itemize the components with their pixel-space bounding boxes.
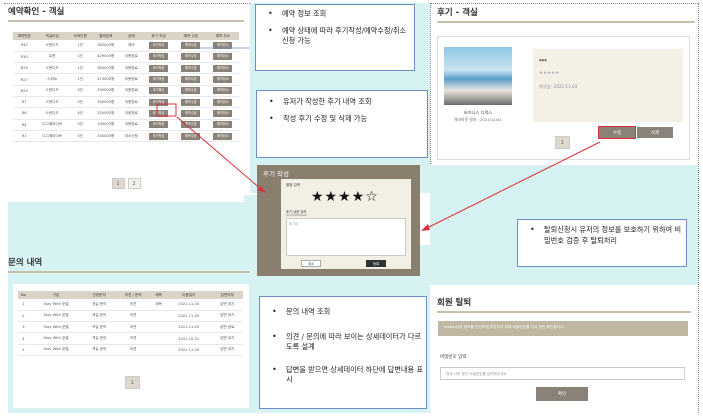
arrow-head [421,224,430,231]
highlight-box [156,103,177,117]
arrow-to-popup [176,116,263,191]
annotation-arrows [156,47,601,231]
arrow-from-edit [424,141,601,230]
